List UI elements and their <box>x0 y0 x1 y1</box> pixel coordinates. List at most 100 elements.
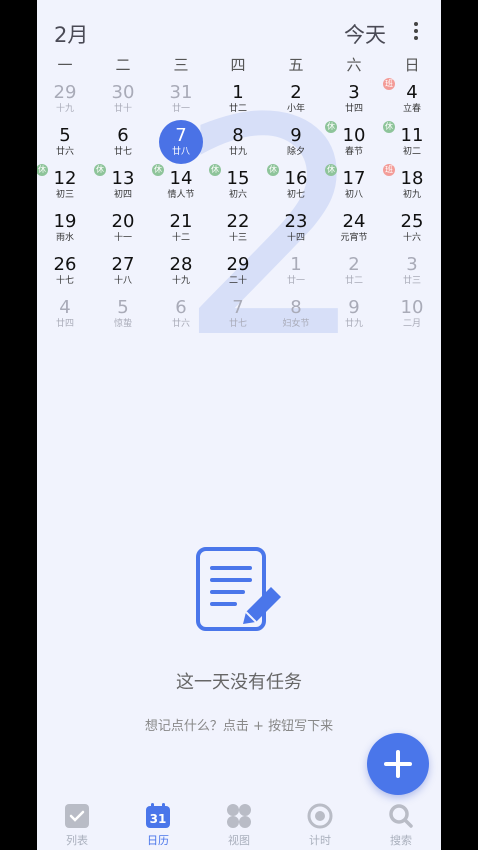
day-cell[interactable]: 5 惊蛰 <box>98 291 148 333</box>
day-cell[interactable]: 26 十七 <box>40 248 90 290</box>
day-cell[interactable]: 休 11 初二 <box>383 119 437 161</box>
tab-search[interactable]: 搜索 <box>366 800 436 848</box>
day-number: 1 <box>290 254 302 275</box>
holiday-badge: 休 <box>325 121 337 133</box>
day-number: 29 <box>226 254 250 275</box>
day-cell[interactable]: 25 十六 <box>387 205 437 247</box>
holiday-badge: 休 <box>209 164 221 176</box>
day-number: 5 <box>59 125 71 146</box>
workday-badge: 班 <box>383 164 395 176</box>
day-cell[interactable]: 5 廿六 <box>40 119 90 161</box>
day-cell[interactable]: 8 妇女节 <box>271 291 321 333</box>
tab-timer[interactable]: 计时 <box>285 800 355 848</box>
lunar-date: 情人节 <box>167 190 195 200</box>
day-cell[interactable]: 2 小年 <box>271 76 321 118</box>
day-cell[interactable]: 21 十二 <box>156 205 206 247</box>
lunar-date: 初九 <box>402 190 421 200</box>
lunar-date: 廿四 <box>344 104 363 114</box>
tab-list[interactable]: 列表 <box>42 800 112 848</box>
day-cell[interactable]: 22 十三 <box>213 205 263 247</box>
day-number: 20 <box>111 211 135 232</box>
day-number: 10 <box>400 297 424 318</box>
grid-icon <box>227 804 251 828</box>
day-cell[interactable]: 29 十九 <box>40 76 90 118</box>
day-number: 14 <box>169 168 193 189</box>
day-cell[interactable]: 8 廿九 <box>213 119 263 161</box>
lunar-date: 十七 <box>55 276 74 286</box>
day-number: 6 <box>117 125 129 146</box>
lunar-date: 十二 <box>171 233 190 243</box>
day-number: 22 <box>226 211 250 232</box>
lunar-date: 廿八 <box>171 147 190 157</box>
day-cell[interactable]: 9 廿九 <box>329 291 379 333</box>
lunar-date: 十九 <box>171 276 190 286</box>
day-cell[interactable]: 28 十九 <box>156 248 206 290</box>
day-number: 18 <box>400 168 424 189</box>
day-number: 9 <box>348 297 360 318</box>
tab-calendar[interactable]: 31 日历 <box>123 800 193 848</box>
lunar-date: 廿一 <box>286 276 305 286</box>
day-cell[interactable]: 休 12 初三 <box>37 162 90 204</box>
day-number: 7 <box>232 297 244 318</box>
header: 2月 今天 <box>37 0 441 56</box>
lunar-date: 初二 <box>402 147 421 157</box>
lunar-date: 除夕 <box>286 147 305 157</box>
day-cell[interactable]: 休 17 初八 <box>325 162 379 204</box>
day-cell-selected[interactable]: 7 廿八 <box>156 119 206 164</box>
day-cell[interactable]: 23 十四 <box>271 205 321 247</box>
lunar-date: 惊蛰 <box>113 319 132 329</box>
day-cell[interactable]: 1 廿二 <box>213 76 263 118</box>
day-cell[interactable]: 4 廿四 <box>40 291 90 333</box>
today-button[interactable]: 今天 <box>344 19 386 49</box>
day-cell[interactable]: 29 二十 <box>213 248 263 290</box>
checkbox-icon <box>65 804 89 828</box>
day-number: 21 <box>169 211 193 232</box>
day-cell[interactable]: 1 廿一 <box>271 248 321 290</box>
calendar-icon: 31 <box>146 803 170 828</box>
day-number: 2 <box>348 254 360 275</box>
day-number: 9 <box>290 125 302 146</box>
add-task-button[interactable] <box>367 733 429 795</box>
day-cell[interactable]: 30 廿十 <box>98 76 148 118</box>
empty-state-title: 这一天没有任务 <box>176 672 302 693</box>
day-cell[interactable]: 7 廿七 <box>213 291 263 333</box>
lunar-date: 初六 <box>228 190 247 200</box>
tab-label: 计时 <box>309 834 331 847</box>
day-cell[interactable]: 休 15 初六 <box>209 162 263 204</box>
day-cell[interactable]: 31 廿一 <box>156 76 206 118</box>
day-number: 5 <box>117 297 129 318</box>
day-cell[interactable]: 24 元宵节 <box>329 205 379 247</box>
lunar-date: 初八 <box>344 190 363 200</box>
month-title[interactable]: 2月 <box>54 19 88 49</box>
day-cell[interactable]: 休 16 初七 <box>267 162 321 204</box>
day-number: 23 <box>284 211 308 232</box>
day-cell[interactable]: 9 除夕 <box>271 119 321 161</box>
lunar-date: 二月 <box>402 319 421 329</box>
day-cell[interactable]: 19 雨水 <box>40 205 90 247</box>
day-cell[interactable]: 2 廿二 <box>329 248 379 290</box>
tab-label: 搜索 <box>390 834 412 847</box>
lunar-date: 立春 <box>402 104 421 114</box>
lunar-date: 妇女节 <box>282 319 310 329</box>
lunar-date: 廿二 <box>344 276 363 286</box>
day-cell[interactable]: 10 二月 <box>387 291 437 333</box>
day-cell[interactable]: 6 廿七 <box>98 119 148 161</box>
day-cell[interactable]: 休 10 春节 <box>325 119 379 161</box>
day-number: 1 <box>232 82 244 103</box>
day-cell[interactable]: 休 14 情人节 <box>152 162 206 204</box>
lunar-date: 廿四 <box>55 319 74 329</box>
empty-note-icon <box>196 547 281 631</box>
day-cell[interactable]: 班 4 立春 <box>383 76 437 118</box>
tab-view[interactable]: 视图 <box>204 800 274 848</box>
lunar-date: 廿一 <box>171 104 190 114</box>
day-cell[interactable]: 3 廿四 <box>329 76 379 118</box>
more-menu-icon[interactable] <box>409 20 423 46</box>
day-cell[interactable]: 3 廿三 <box>387 248 437 290</box>
day-number: 26 <box>53 254 77 275</box>
day-cell[interactable]: 班 18 初九 <box>383 162 437 204</box>
day-cell[interactable]: 6 廿六 <box>156 291 206 333</box>
day-cell[interactable]: 27 十八 <box>98 248 148 290</box>
day-cell[interactable]: 休 13 初四 <box>94 162 148 204</box>
day-cell[interactable]: 20 十一 <box>98 205 148 247</box>
day-number: 15 <box>226 168 250 189</box>
